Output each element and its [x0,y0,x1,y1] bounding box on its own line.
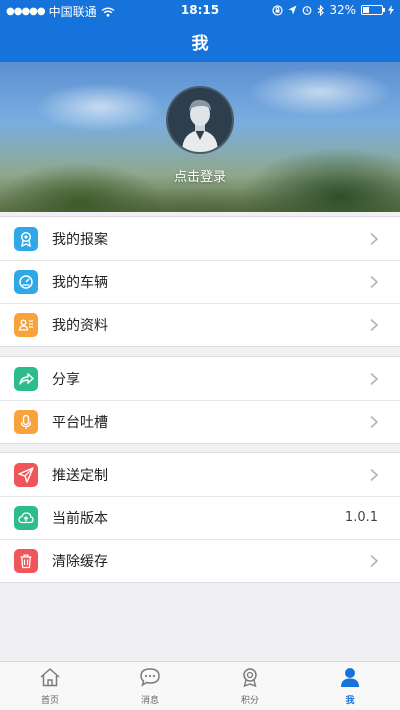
menu-item[interactable]: 平台吐槽 [0,400,400,443]
orientation-lock-icon [272,4,283,16]
menu-item-label: 我的车辆 [52,274,108,291]
badge-icon [14,226,38,251]
home-icon [39,667,61,691]
cloud-upload-icon [14,505,38,530]
send-icon [14,462,38,487]
profile-card-icon [14,312,38,337]
tab-item[interactable]: 我 [300,662,400,710]
menu-group: 我的报案我的车辆我的资料 [0,216,400,347]
chevron-right-icon [362,270,386,294]
message-icon [139,667,161,691]
menu-item-label: 我的报案 [52,231,108,248]
charging-icon [388,5,394,15]
menu-item[interactable]: 我的报案 [0,217,400,260]
menu-item[interactable]: 我的资料 [0,303,400,346]
tab-item[interactable]: 首页 [0,662,100,710]
tab-item[interactable]: 消息 [100,662,200,710]
battery-level [363,7,369,13]
share-icon [14,366,38,391]
menu-item-label: 清除缓存 [52,553,108,570]
menu-group: 推送定制当前版本 1.0.1 清除缓存 [0,452,400,583]
battery-percentage: 32% [329,3,356,17]
tab-label: 消息 [140,695,159,706]
chevron-right-icon [362,313,386,337]
chevron-right-icon [362,367,386,391]
alarm-icon [302,6,312,15]
menu-item-label: 推送定制 [52,467,108,484]
location-icon [288,5,297,15]
default-avatar-icon [182,99,218,152]
medal-icon [239,667,261,691]
chevron-right-icon [362,549,386,573]
person-icon [339,667,361,691]
menu-item[interactable]: 我的车辆 [0,260,400,303]
menu-item-label: 我的资料 [52,317,108,334]
chevron-right-icon [362,227,386,251]
avatar[interactable] [166,86,234,154]
page-title: 我 [191,33,209,54]
tab-bar: 首页 消息 积分 我 [0,661,400,710]
tab-label: 我 [345,695,355,706]
tab-label: 积分 [240,695,259,706]
tab-item[interactable]: 积分 [200,662,300,710]
battery-icon [361,5,385,15]
tab-label: 首页 [40,695,59,706]
trash-icon [14,548,38,573]
menu-item-label: 当前版本 [52,510,108,527]
menu-group: 分享 平台吐槽 [0,356,400,444]
chevron-right-icon [362,463,386,487]
nav-bar: 我 [0,20,400,62]
speedometer-icon [14,269,38,294]
chevron-right-icon [362,410,386,434]
menu-item-label: 平台吐槽 [52,414,108,431]
version-value: 1.0.1 [344,510,378,525]
profile-banner: 点击登录 [0,62,400,212]
menu-item[interactable]: 当前版本 1.0.1 [0,496,400,539]
bluetooth-icon [317,4,325,16]
login-link[interactable]: 点击登录 [0,166,400,185]
microphone-icon [14,409,38,434]
status-bar: ●●●●● 中国联通 18:15 32% [0,0,400,20]
menu-item-label: 分享 [52,371,80,388]
menu-item[interactable]: 清除缓存 [0,539,400,582]
menu-item[interactable]: 推送定制 [0,453,400,496]
menu-item[interactable]: 分享 [0,357,400,400]
